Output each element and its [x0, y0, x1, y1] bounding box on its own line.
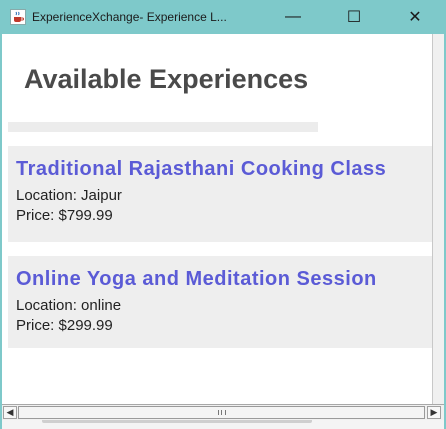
experience-card[interactable]: Traditional Rajasthani Cooking Class Loc…	[8, 146, 432, 242]
clipped-content	[42, 420, 312, 423]
close-icon: ✕	[408, 9, 422, 26]
experience-price: Price: $799.99	[16, 207, 113, 224]
window-titlebar[interactable]: ExperienceXchange- Experience L... — ☐ ✕	[0, 0, 446, 34]
minimize-button[interactable]: —	[270, 0, 316, 34]
scroll-right-button[interactable]: ▶	[427, 406, 441, 419]
java-cup-icon	[10, 9, 26, 25]
arrow-left-icon: ◀	[6, 407, 14, 417]
scroll-left-button[interactable]: ◀	[3, 406, 17, 419]
experience-card[interactable]: Online Yoga and Meditation Session Locat…	[8, 256, 432, 348]
experience-location: Location: online	[16, 297, 122, 314]
scrollbar-thumb[interactable]	[18, 406, 425, 419]
maximize-icon: ☐	[346, 9, 362, 26]
experience-title: Traditional Rajasthani Cooking Class	[16, 158, 387, 180]
page-title: Available Experiences	[24, 64, 309, 94]
title-divider	[8, 122, 318, 132]
arrow-right-icon: ▶	[430, 407, 438, 417]
horizontal-scrollbar[interactable]: ◀ ▶	[2, 404, 444, 420]
experience-location: Location: Jaipur	[16, 187, 122, 204]
minimize-icon: —	[285, 8, 301, 25]
close-button[interactable]: ✕	[392, 0, 438, 34]
experience-price: Price: $299.99	[16, 317, 113, 334]
grip-icon	[218, 410, 226, 415]
experiences-panel: Available Experiences Traditional Rajast…	[2, 34, 432, 404]
vertical-scrollbar[interactable]	[432, 34, 444, 404]
window-bottom-edge	[2, 420, 444, 429]
window-title: ExperienceXchange- Experience L...	[32, 10, 227, 24]
experience-title: Online Yoga and Meditation Session	[16, 268, 377, 290]
maximize-button[interactable]: ☐	[331, 0, 377, 34]
